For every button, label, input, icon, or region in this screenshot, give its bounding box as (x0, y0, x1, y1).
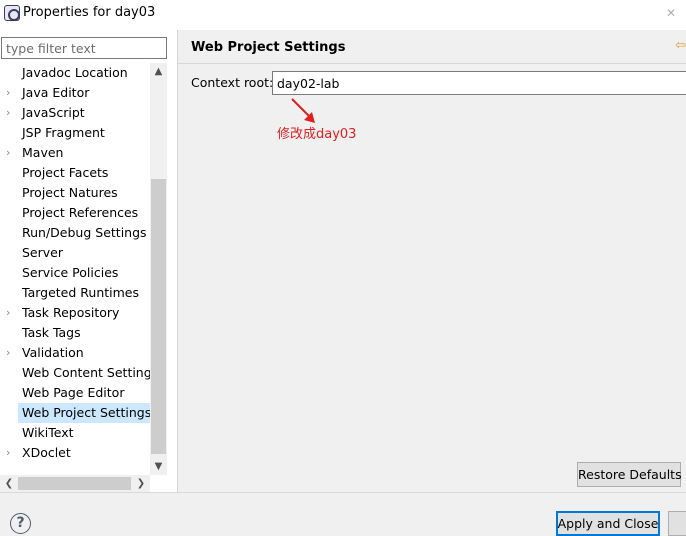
tree-item-label: Project References (22, 205, 139, 220)
title-bar: Properties for day03 ✕ (0, 0, 686, 28)
tree-item-label: WikiText (22, 425, 74, 440)
tree-item-label: Javadoc Location (22, 65, 128, 80)
restore-defaults-button[interactable]: Restore Defaults (577, 462, 682, 487)
tree-item[interactable]: Project Natures (0, 183, 150, 203)
tree-item[interactable]: Project References (0, 203, 150, 223)
context-root-input[interactable] (272, 71, 686, 95)
properties-app-icon (4, 5, 20, 21)
scroll-left-arrow-icon[interactable]: ❮ (2, 475, 16, 492)
annotation-arrow-icon (291, 98, 315, 123)
tree-item-label: Server (22, 245, 63, 260)
tree-vertical-scrollbar[interactable]: ▲ ▼ (150, 63, 167, 475)
property-page-header: Web Project Settings ⇦ (178, 30, 686, 64)
filter-input[interactable] (1, 37, 167, 59)
tree-item[interactable]: › JavaScript (0, 103, 150, 123)
tree-item-label: Java Editor (22, 85, 90, 100)
tree-item[interactable]: › Java Editor (0, 83, 150, 103)
property-page-tree: Javadoc Location › Java Editor › JavaScript J… (0, 63, 150, 475)
expand-chevron-icon[interactable]: › (6, 103, 16, 123)
scroll-up-arrow-icon[interactable]: ▲ (150, 63, 167, 80)
scroll-right-arrow-icon[interactable]: ❯ (134, 475, 148, 492)
tree-item[interactable]: › Validation (0, 343, 150, 363)
tree-item[interactable]: Project Facets (0, 163, 150, 183)
tree-item-label: JavaScript (22, 105, 85, 120)
scroll-down-arrow-icon[interactable]: ▼ (150, 458, 167, 475)
expand-chevron-icon[interactable]: › (6, 83, 16, 103)
tree-item[interactable]: Run/Debug Settings (0, 223, 150, 243)
tree-item-label: Web Page Editor (22, 385, 125, 400)
tree-item-label: Web Project Settings (18, 403, 150, 423)
tree-item-label: Task Repository (22, 305, 120, 320)
tree-item-label: XDoclet (22, 445, 71, 460)
tree-item-label: Web Content Settings (22, 365, 150, 380)
tree-item[interactable]: Server (0, 243, 150, 263)
tree-item-label: Targeted Runtimes (22, 285, 139, 300)
tree-item[interactable]: Web Page Editor (0, 383, 150, 403)
back-arrow-icon[interactable]: ⇦ (675, 38, 686, 53)
tree-item-label: Run/Debug Settings (22, 225, 147, 240)
context-root-label: Context root: (191, 75, 274, 90)
vertical-scroll-thumb[interactable] (151, 179, 166, 454)
tree-horizontal-scrollbar[interactable]: ❮ ❯ (0, 475, 150, 492)
tree-item[interactable]: › XDoclet (0, 443, 150, 463)
help-icon[interactable]: ? (10, 513, 31, 534)
tree-item[interactable]: › Task Repository (0, 303, 150, 323)
tree-item[interactable]: Task Tags (0, 323, 150, 343)
tree-item-label: Task Tags (22, 325, 81, 340)
horizontal-scroll-thumb[interactable] (18, 477, 131, 490)
cancel-button[interactable] (668, 511, 686, 536)
apply-and-close-button[interactable]: Apply and Close (556, 511, 660, 536)
tree-item-label: Service Policies (22, 265, 119, 280)
page-title: Web Project Settings (191, 40, 346, 55)
property-page-body (178, 30, 686, 492)
tree-item-label: Project Natures (22, 185, 118, 200)
tree-item[interactable]: Web Content Settings (0, 363, 150, 383)
expand-chevron-icon[interactable]: › (6, 303, 16, 323)
tree-item-label: Validation (22, 345, 84, 360)
tree-item[interactable]: Javadoc Location (0, 63, 150, 83)
annotation-text: 修改成day03 (277, 127, 357, 142)
tree-item[interactable]: JSP Fragment (0, 123, 150, 143)
tree-item[interactable]: › Maven (0, 143, 150, 163)
expand-chevron-icon[interactable]: › (6, 143, 16, 163)
expand-chevron-icon[interactable]: › (6, 443, 16, 463)
close-icon[interactable]: ✕ (664, 6, 678, 20)
tree-item-label: JSP Fragment (22, 125, 105, 140)
tree-item[interactable]: Service Policies (0, 263, 150, 283)
tree-item-label: Maven (22, 145, 64, 160)
tree-item-label: Project Facets (22, 165, 109, 180)
window-title: Properties for day03 (23, 5, 156, 20)
tree-item[interactable]: Web Project Settings (0, 403, 150, 423)
tree-item[interactable]: Targeted Runtimes (0, 283, 150, 303)
expand-chevron-icon[interactable]: › (6, 343, 16, 363)
tree-item[interactable]: WikiText (0, 423, 150, 443)
